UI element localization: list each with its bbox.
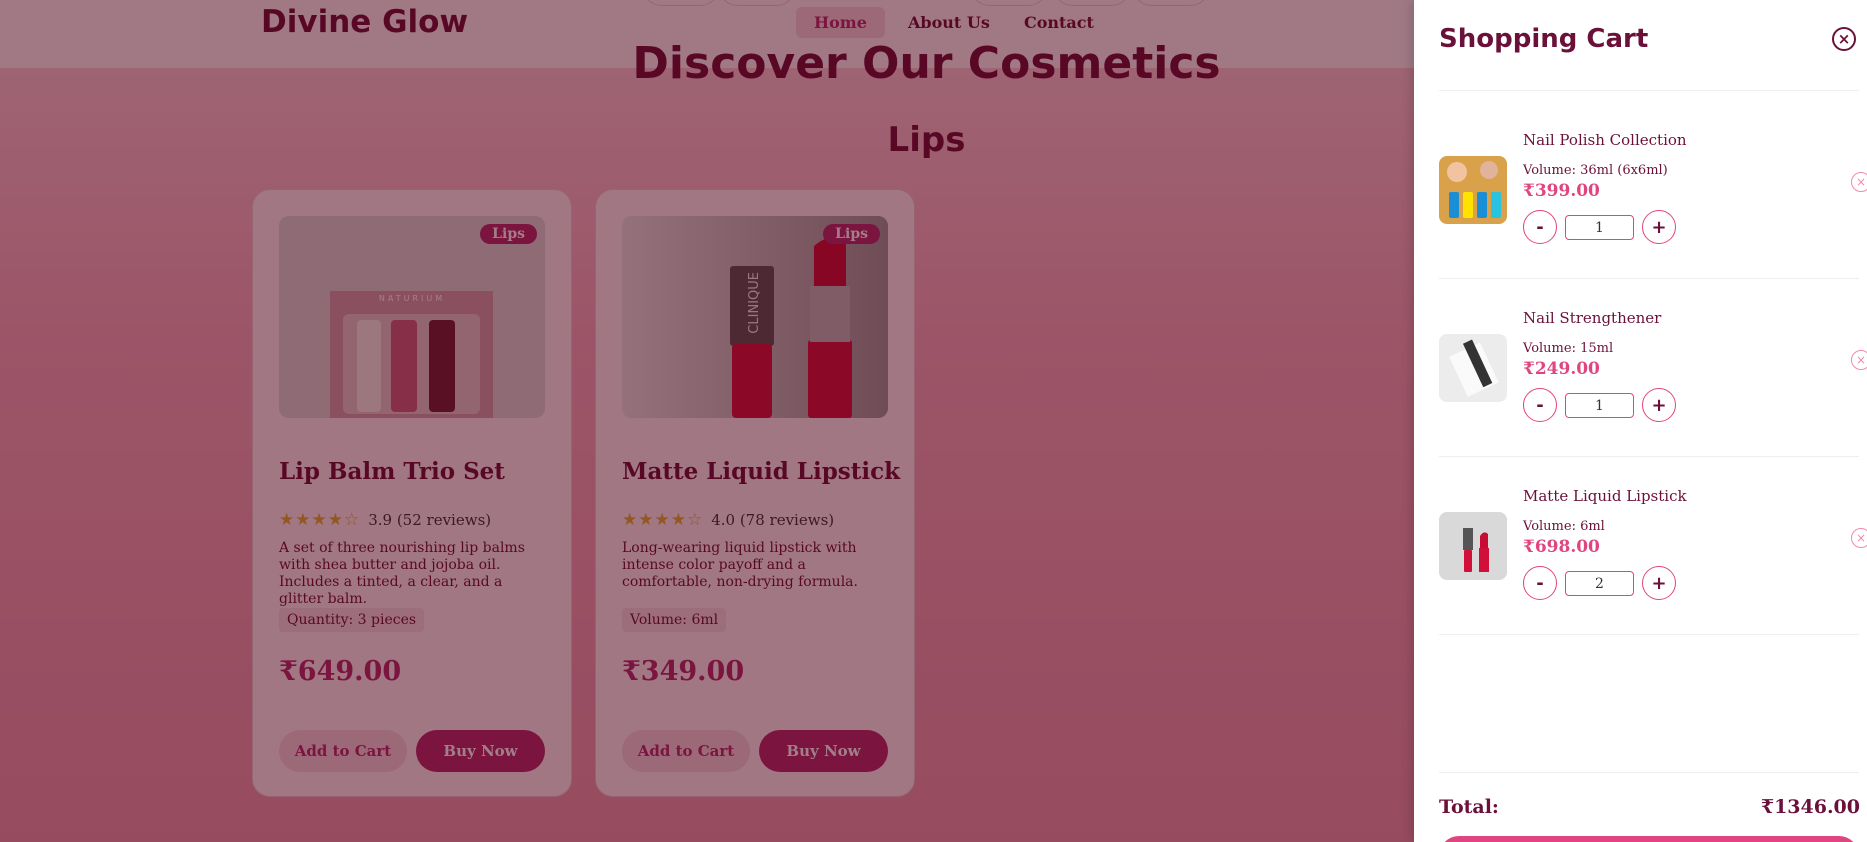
cart-item: Nail Strengthener Volume: 15ml ₹249.00 -…	[1439, 268, 1867, 446]
increase-quantity-button[interactable]: +	[1642, 388, 1676, 422]
cart-item-volume: Volume: 36ml (6x6ml)	[1523, 163, 1668, 178]
quantity-input[interactable]	[1565, 215, 1634, 240]
cart-item-thumbnail	[1439, 156, 1507, 224]
lipstick-thumbnail	[1439, 512, 1507, 580]
checkout-button[interactable]	[1439, 836, 1859, 842]
cart-item-thumbnail	[1439, 334, 1507, 402]
cart-item-price: ₹249.00	[1523, 359, 1600, 379]
cart-item-price: ₹698.00	[1523, 537, 1600, 557]
remove-item-icon[interactable]: ×	[1851, 172, 1867, 192]
cart-item: Matte Liquid Lipstick Volume: 6ml ₹698.0…	[1439, 446, 1867, 624]
remove-item-icon[interactable]: ×	[1851, 350, 1867, 370]
modal-overlay[interactable]	[0, 0, 1414, 842]
cart-item-name: Nail Strengthener	[1523, 309, 1662, 327]
cart-item-price: ₹399.00	[1523, 181, 1600, 201]
nail-polish-thumbnail	[1439, 156, 1507, 224]
cart-item: Nail Polish Collection Volume: 36ml (6x6…	[1439, 90, 1867, 268]
cart-item-volume: Volume: 15ml	[1523, 341, 1614, 356]
cart-total-value: ₹1346.00	[1760, 796, 1860, 818]
nail-strengthener-thumbnail	[1439, 334, 1507, 402]
cart-title: Shopping Cart	[1439, 24, 1649, 54]
cart-item-name: Nail Polish Collection	[1523, 131, 1687, 149]
remove-item-icon[interactable]: ×	[1851, 528, 1867, 548]
close-icon[interactable]: ×	[1832, 27, 1856, 51]
cart-item-volume: Volume: 6ml	[1523, 519, 1605, 534]
quantity-input[interactable]	[1565, 393, 1634, 418]
increase-quantity-button[interactable]: +	[1642, 210, 1676, 244]
increase-quantity-button[interactable]: +	[1642, 566, 1676, 600]
decrease-quantity-button[interactable]: -	[1523, 566, 1557, 600]
quantity-input[interactable]	[1565, 571, 1634, 596]
cart-item-name: Matte Liquid Lipstick	[1523, 487, 1687, 505]
cart-drawer: Shopping Cart × Nail Polish Collection V…	[1414, 0, 1867, 842]
decrease-quantity-button[interactable]: -	[1523, 210, 1557, 244]
cart-total-label: Total:	[1439, 796, 1499, 818]
divider	[1439, 634, 1859, 635]
decrease-quantity-button[interactable]: -	[1523, 388, 1557, 422]
cart-item-thumbnail	[1439, 512, 1507, 580]
divider	[1439, 772, 1859, 773]
